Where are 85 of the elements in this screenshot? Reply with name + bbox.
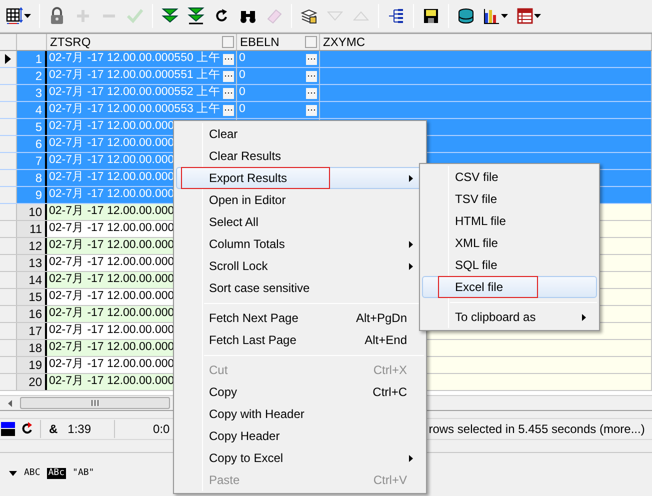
- format-button[interactable]: "AB": [72, 468, 96, 478]
- menu-item[interactable]: TSV file: [422, 188, 597, 210]
- ellipsis-button[interactable]: [223, 88, 234, 98]
- scroll-left-icon[interactable]: [6, 398, 15, 408]
- row-number: 19: [17, 357, 47, 373]
- cell-text: 0: [239, 51, 246, 66]
- header-dropdown-button[interactable]: [305, 36, 317, 48]
- column-header[interactable]: ZXYMC: [320, 34, 652, 50]
- database-icon: [457, 7, 475, 25]
- cell-text: 0: [239, 68, 246, 84]
- cell-text: 02-7月 -17 12.00.00.000552 上午: [49, 84, 221, 100]
- submenu-arrow-icon: [409, 263, 413, 270]
- row-number: 11: [17, 221, 47, 237]
- caret-icon: [501, 14, 508, 18]
- menu-item[interactable]: XML file: [422, 232, 597, 254]
- checkmark-icon: [126, 7, 144, 25]
- header-dropdown-button[interactable]: [222, 36, 234, 48]
- row-number: 5: [17, 119, 47, 135]
- caret-icon[interactable]: [9, 470, 17, 476]
- cell-text: 0: [239, 102, 246, 118]
- double-arrow-down-icon: [161, 7, 179, 25]
- table-icon: [516, 7, 534, 25]
- arrow-down-bar-icon: [187, 7, 205, 25]
- ellipsis-button[interactable]: [306, 70, 317, 82]
- submenu-arrow-icon: [409, 175, 413, 182]
- cell-text: 02-7月 -17 12.00.00.000553 上午: [49, 102, 221, 118]
- row-number: 13: [17, 255, 47, 271]
- ellipsis-button[interactable]: [223, 104, 234, 116]
- row-number: 17: [17, 323, 47, 339]
- row-number: 12: [17, 238, 47, 254]
- status-symbol: &: [49, 421, 58, 438]
- row-selector[interactable]: [0, 51, 17, 67]
- scrollbar-thumb[interactable]: [20, 397, 170, 409]
- menu-item[interactable]: HTML file: [422, 210, 597, 232]
- elapsed-time: 0:0: [153, 421, 170, 438]
- status-time: 1:39: [68, 421, 92, 438]
- menu-item[interactable]: Copy to Excel: [176, 447, 424, 469]
- row-number: 16: [17, 306, 47, 322]
- submenu-arrow-icon: [582, 314, 586, 321]
- format-button[interactable]: ABC: [23, 468, 42, 478]
- plus-icon: [74, 7, 92, 25]
- row-number: 14: [17, 272, 47, 288]
- row-number: 3: [17, 85, 47, 101]
- page-stack-icon: [300, 7, 318, 25]
- format-button[interactable]: ABc: [47, 468, 66, 478]
- row-number: 2: [17, 68, 47, 84]
- row-number: 10: [17, 204, 47, 220]
- caret-icon: [24, 14, 31, 18]
- column-header[interactable]: ZTSRQ: [47, 34, 237, 50]
- row-number: 20: [17, 374, 47, 390]
- bar-chart-icon: [483, 7, 501, 25]
- row-number: 7: [17, 153, 47, 169]
- status-message: rows selected in 5.455 seconds (more...): [428, 421, 645, 438]
- row-number: 18: [17, 340, 47, 356]
- menu-item[interactable]: CSV file: [422, 166, 597, 188]
- row-number: 6: [17, 136, 47, 152]
- ellipsis-button[interactable]: [306, 54, 317, 64]
- menu-item[interactable]: Copy with Header: [176, 403, 424, 425]
- cell-text: 02-7月 -17 12.00.00.000551 上午: [49, 68, 221, 84]
- row-number: 9: [17, 187, 47, 203]
- flag-icon: [1, 421, 15, 437]
- row-number: 4: [17, 102, 47, 118]
- submenu-arrow-icon: [409, 241, 413, 248]
- menu-item[interactable]: Copy Header: [176, 425, 424, 447]
- row-number: 1: [17, 51, 47, 67]
- menu-item[interactable]: SQL file: [422, 254, 597, 276]
- ellipsis-button[interactable]: [223, 70, 234, 82]
- tree-icon: [387, 7, 405, 25]
- submenu-arrow-icon: [409, 455, 413, 462]
- menu-item[interactable]: Excel file: [422, 276, 597, 298]
- eraser-icon: [265, 7, 283, 25]
- refresh-icon: [20, 422, 34, 436]
- row-number: 15: [17, 289, 47, 305]
- cell-text: 0: [239, 85, 246, 100]
- lock-icon: [48, 7, 66, 25]
- caret-icon: [534, 14, 541, 18]
- menu-item[interactable]: To clipboard as: [422, 306, 597, 328]
- grid-icon: [6, 7, 24, 25]
- ellipsis-button[interactable]: [306, 88, 317, 98]
- column-header[interactable]: EBELN: [237, 34, 320, 50]
- current-row-icon: [5, 54, 11, 64]
- row-number: 8: [17, 170, 47, 186]
- ellipsis-button[interactable]: [223, 54, 234, 64]
- cell-text: 02-7月 -17 12.00.00.000550 上午: [49, 51, 221, 66]
- ellipsis-button[interactable]: [306, 104, 317, 116]
